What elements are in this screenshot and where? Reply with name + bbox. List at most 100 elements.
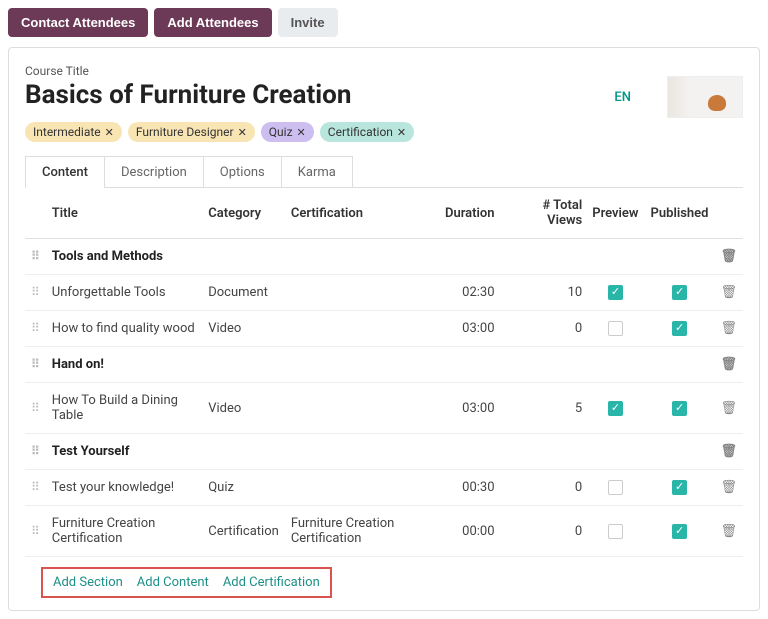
drag-handle-icon[interactable]: ⠿ <box>31 285 40 299</box>
tab-karma[interactable]: Karma <box>282 157 352 188</box>
add-section-link[interactable]: Add Section <box>53 575 123 590</box>
content-row: ⠿Test your knowledge!Quiz00:300🗑 <box>25 470 743 506</box>
section-title[interactable]: Tools and Methods <box>46 239 715 275</box>
row-category: Video <box>202 383 285 434</box>
trash-icon[interactable]: 🗑 <box>720 524 737 539</box>
trash-icon[interactable]: 🗑 <box>720 401 737 416</box>
row-certification: Furniture Creation Certification <box>285 506 439 557</box>
course-title-label: Course Title <box>25 64 351 78</box>
trash-icon[interactable]: 🗑 <box>720 321 737 336</box>
row-preview <box>586 383 644 434</box>
checkbox[interactable] <box>608 285 623 300</box>
trash-icon[interactable]: 🗑 <box>720 480 737 495</box>
add-certification-link[interactable]: Add Certification <box>223 575 320 590</box>
row-duration: 00:30 <box>439 470 513 506</box>
checkbox[interactable] <box>672 321 687 336</box>
invite-button[interactable]: Invite <box>278 8 338 37</box>
drag-handle-icon[interactable]: ⠿ <box>31 321 40 335</box>
row-duration: 03:00 <box>439 383 513 434</box>
add-attendees-button[interactable]: Add Attendees <box>154 8 271 37</box>
checkbox[interactable] <box>608 524 623 539</box>
checkbox[interactable] <box>608 401 623 416</box>
add-links-group: Add Section Add Content Add Certificatio… <box>41 567 332 598</box>
row-published <box>645 311 715 347</box>
trash-icon[interactable]: 🗑 <box>720 249 737 264</box>
language-selector[interactable]: EN <box>614 90 631 105</box>
tag-furniture-designer[interactable]: Furniture Designer ✕ <box>128 122 255 142</box>
drag-handle-icon[interactable]: ⠿ <box>31 357 40 371</box>
tag-quiz[interactable]: Quiz ✕ <box>261 122 314 142</box>
drag-handle-icon[interactable]: ⠿ <box>31 401 40 415</box>
row-title[interactable]: How To Build a Dining Table <box>46 383 202 434</box>
row-views: 0 <box>513 311 587 347</box>
checkbox[interactable] <box>608 321 623 336</box>
close-icon[interactable]: ✕ <box>297 126 306 139</box>
trash-icon[interactable]: 🗑 <box>720 357 737 372</box>
row-views: 0 <box>513 470 587 506</box>
checkbox[interactable] <box>672 401 687 416</box>
row-published <box>645 275 715 311</box>
tab-content[interactable]: Content <box>26 157 105 188</box>
course-title[interactable]: Basics of Furniture Creation <box>25 80 351 110</box>
row-category: Certification <box>202 506 285 557</box>
row-preview <box>586 311 644 347</box>
row-certification <box>285 275 439 311</box>
section-row: ⠿ Test Yourself 🗑 <box>25 434 743 470</box>
row-views: 0 <box>513 506 587 557</box>
column-published: Published <box>645 188 715 239</box>
drag-handle-icon[interactable]: ⠿ <box>31 249 40 263</box>
section-row: ⠿ Hand on! 🗑 <box>25 347 743 383</box>
drag-handle-icon[interactable]: ⠿ <box>31 524 40 538</box>
row-title[interactable]: Test your knowledge! <box>46 470 202 506</box>
tag-intermediate[interactable]: Intermediate ✕ <box>25 122 122 142</box>
add-content-link[interactable]: Add Content <box>137 575 209 590</box>
row-duration: 00:00 <box>439 506 513 557</box>
section-title[interactable]: Test Yourself <box>46 434 715 470</box>
course-card: Course Title Basics of Furniture Creatio… <box>8 47 760 611</box>
tag-certification[interactable]: Certification ✕ <box>320 122 414 142</box>
checkbox[interactable] <box>672 285 687 300</box>
row-title[interactable]: Furniture Creation Certification <box>46 506 202 557</box>
row-duration: 03:00 <box>439 311 513 347</box>
close-icon[interactable]: ✕ <box>105 126 114 139</box>
trash-icon[interactable]: 🗑 <box>720 444 737 459</box>
tag-label: Quiz <box>269 125 293 139</box>
row-title[interactable]: How to find quality wood <box>46 311 202 347</box>
row-duration: 02:30 <box>439 275 513 311</box>
checkbox[interactable] <box>672 524 687 539</box>
tag-label: Furniture Designer <box>136 125 234 139</box>
drag-handle-icon[interactable]: ⠿ <box>31 444 40 458</box>
row-certification <box>285 470 439 506</box>
row-preview <box>586 275 644 311</box>
column-certification: Certification <box>285 188 439 239</box>
section-title[interactable]: Hand on! <box>46 347 715 383</box>
checkbox[interactable] <box>672 480 687 495</box>
row-preview <box>586 506 644 557</box>
row-views: 10 <box>513 275 587 311</box>
course-thumbnail[interactable] <box>667 76 743 118</box>
row-certification <box>285 311 439 347</box>
contact-attendees-button[interactable]: Contact Attendees <box>8 8 148 37</box>
tab-description[interactable]: Description <box>105 157 204 188</box>
trash-icon[interactable]: 🗑 <box>720 285 737 300</box>
row-certification <box>285 383 439 434</box>
row-published <box>645 506 715 557</box>
close-icon[interactable]: ✕ <box>397 126 406 139</box>
close-icon[interactable]: ✕ <box>238 126 247 139</box>
row-category: Video <box>202 311 285 347</box>
tab-options[interactable]: Options <box>204 157 282 188</box>
row-views: 5 <box>513 383 587 434</box>
drag-handle-icon[interactable]: ⠿ <box>31 480 40 494</box>
content-row: ⠿ How To Build a Dining TableVideo 03:005 🗑 <box>25 383 743 434</box>
section-row: ⠿ Tools and Methods 🗑 <box>25 239 743 275</box>
content-row: ⠿ How to find quality woodVideo 03:000 🗑 <box>25 311 743 347</box>
checkbox[interactable] <box>608 480 623 495</box>
column-preview: Preview <box>586 188 644 239</box>
column-category: Category <box>202 188 285 239</box>
row-title[interactable]: Unforgettable Tools <box>46 275 202 311</box>
tag-label: Certification <box>328 125 393 139</box>
row-preview <box>586 470 644 506</box>
row-published <box>645 383 715 434</box>
column-duration: Duration <box>439 188 513 239</box>
tag-label: Intermediate <box>33 125 101 139</box>
